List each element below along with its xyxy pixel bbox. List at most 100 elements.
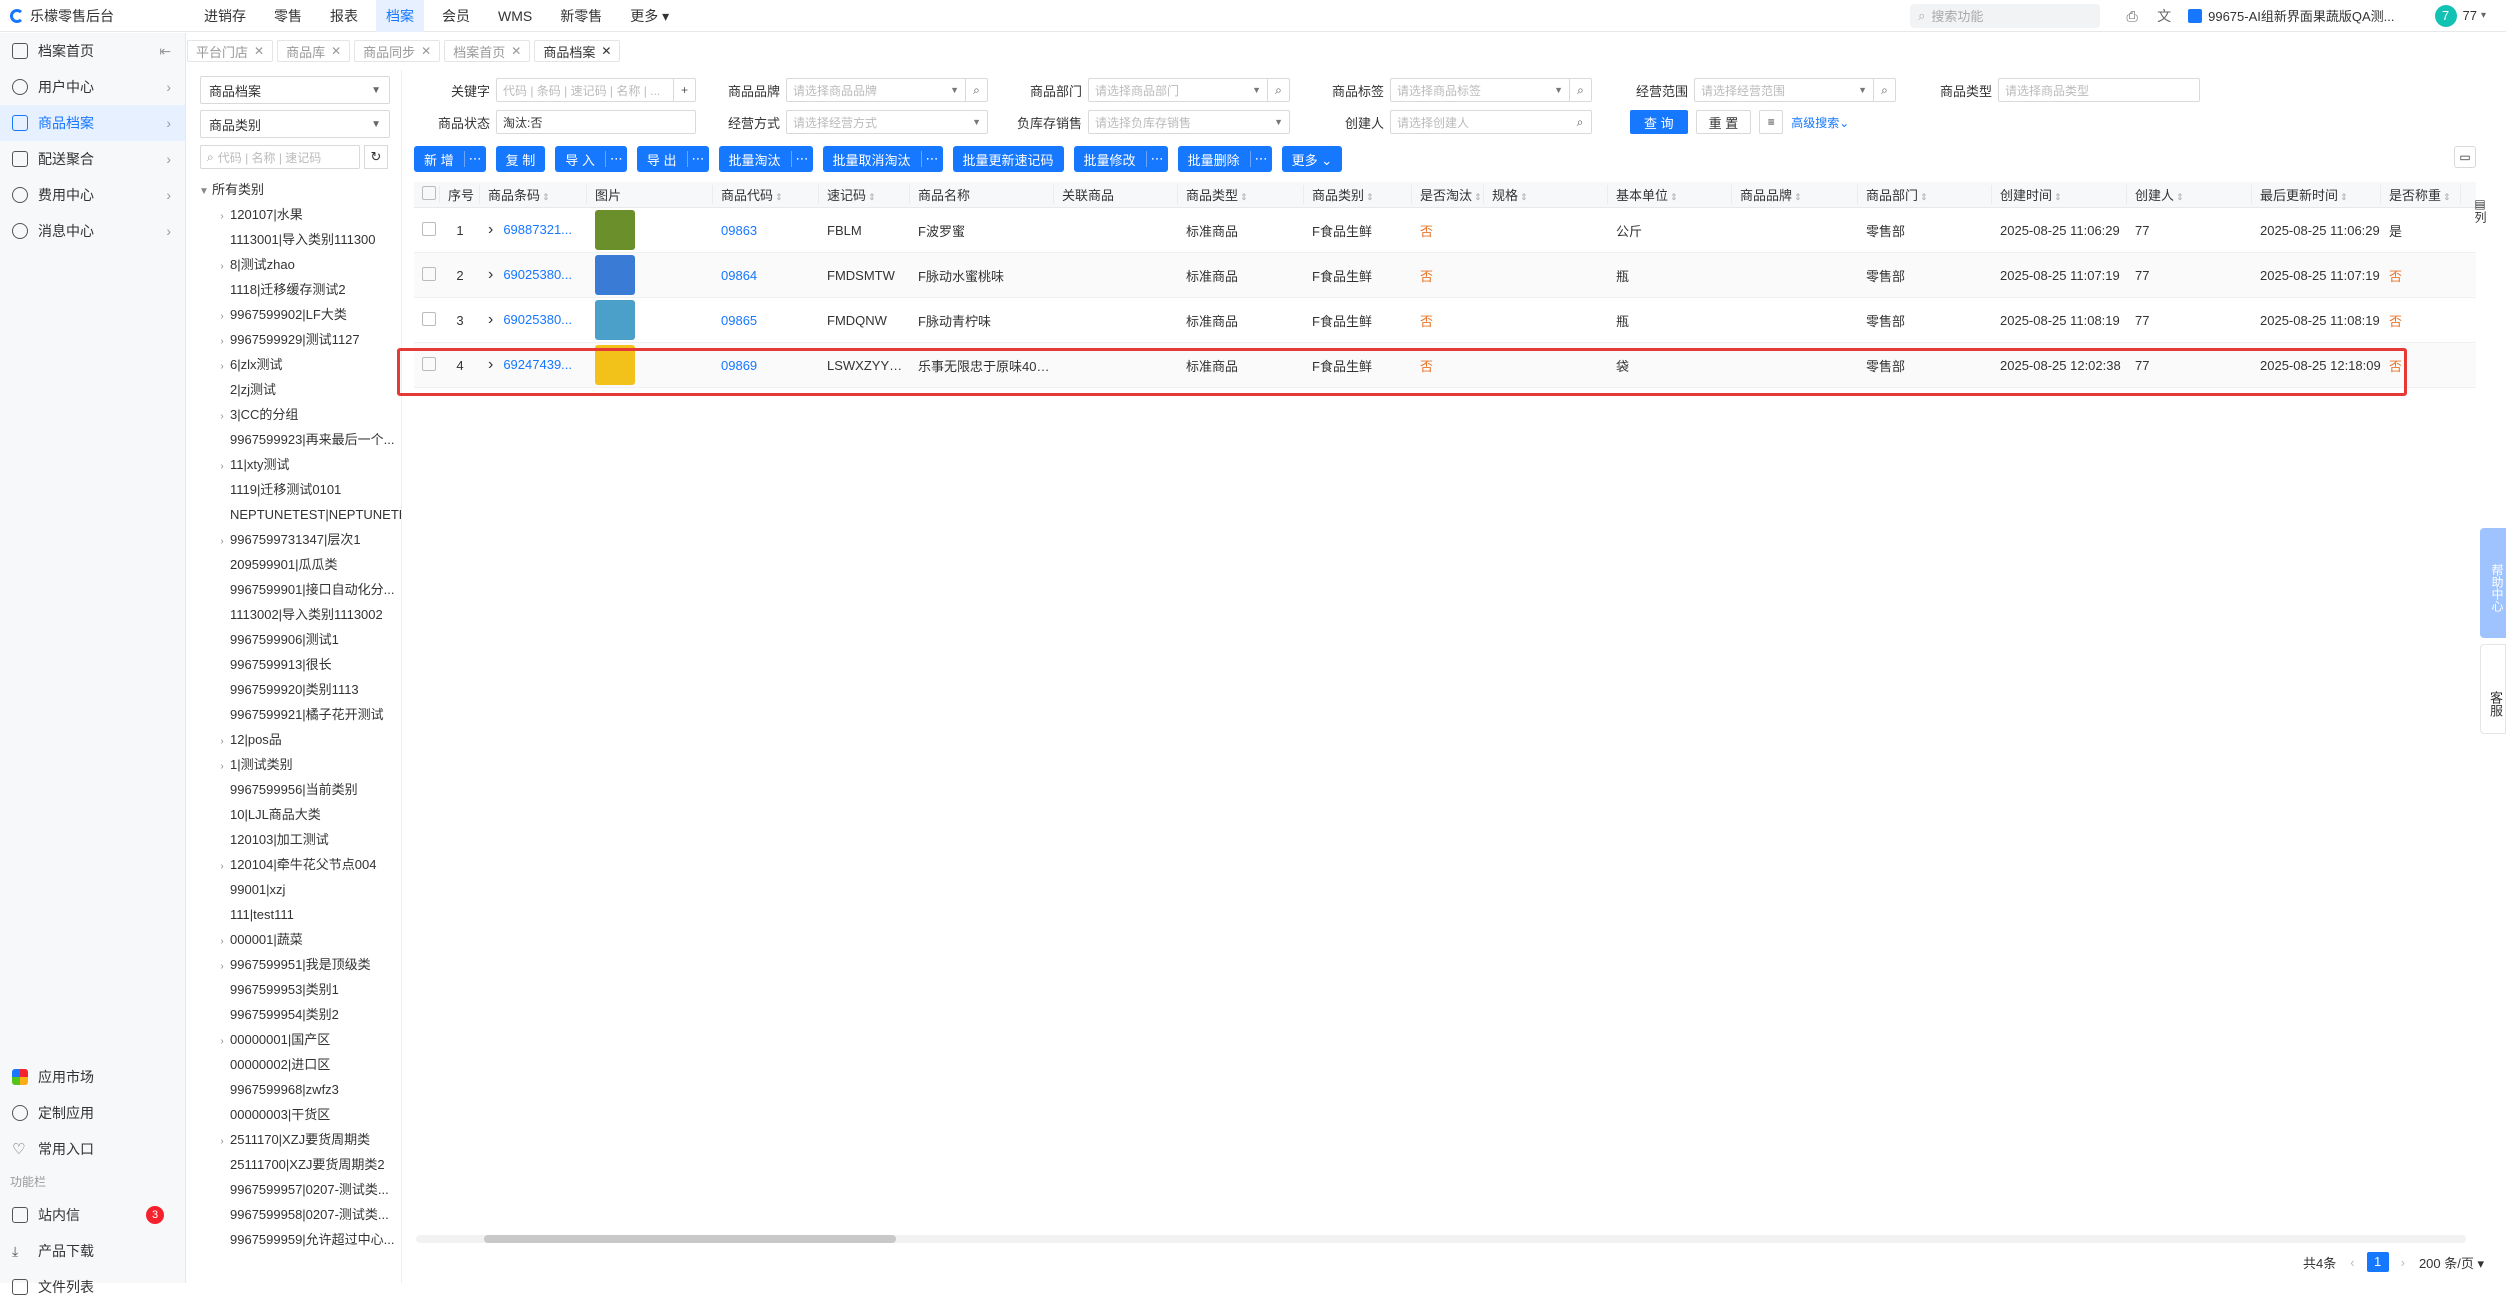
- sort-icon[interactable]: ⇕: [775, 192, 783, 202]
- expand-icon[interactable]: ›: [214, 1029, 230, 1052]
- action-button-2[interactable]: 导 入 ⋯: [555, 146, 627, 172]
- column-header[interactable]: 商品部门 ⇕: [1858, 185, 1992, 204]
- cell-value[interactable]: 69247439...: [503, 357, 572, 372]
- row-checkbox[interactable]: [422, 221, 436, 236]
- more-options-icon[interactable]: ⋯: [463, 151, 486, 167]
- column-header[interactable]: 商品名称: [910, 185, 1054, 204]
- nav-report[interactable]: 报表: [320, 0, 368, 32]
- sort-icon[interactable]: ⇕: [1670, 192, 1678, 202]
- next-page-icon[interactable]: ›: [2401, 1255, 2405, 1270]
- tab-archive-home[interactable]: 档案首页 ✕: [444, 40, 531, 62]
- tree-node[interactable]: › 3|CC的分组: [190, 402, 401, 427]
- keyword-input[interactable]: 代码 | 条码 | 速记码 | 名称 | ... +: [496, 78, 696, 102]
- sort-icon[interactable]: ⇕: [1794, 192, 1802, 202]
- tree-node[interactable]: 9967599923|再来最后一个...: [190, 427, 401, 452]
- tree-node[interactable]: 9967599953|类别1: [190, 977, 401, 1002]
- tree-node[interactable]: NEPTUNETEST|NEPTUNETE...: [190, 502, 401, 527]
- nav-member[interactable]: 会员: [432, 0, 480, 32]
- table-row[interactable]: 2 › 69025380... 09864 FMDSMTW F脉动水蜜桃味 标准商品 F食品生…: [414, 253, 2476, 298]
- more-options-icon[interactable]: ⋯: [1145, 151, 1168, 167]
- cell-value[interactable]: 09865: [721, 313, 757, 328]
- tree-node[interactable]: 9967599920|类别1113: [190, 677, 401, 702]
- tree-node[interactable]: 00000003|干货区: [190, 1102, 401, 1127]
- tree-node[interactable]: 25111700|XZJ要货周期类2: [190, 1152, 401, 1177]
- row-checkbox[interactable]: [422, 266, 436, 281]
- tab-product-library[interactable]: 商品库 ✕: [277, 40, 351, 62]
- cell-value[interactable]: 69025380...: [503, 267, 572, 282]
- tree-node[interactable]: 10|LJL商品大类: [190, 802, 401, 827]
- close-icon[interactable]: ✕: [601, 44, 611, 58]
- tree-node[interactable]: 00000002|进口区: [190, 1052, 401, 1077]
- sidebar-item-inbox[interactable]: 站内信 3: [0, 1197, 186, 1233]
- tree-node[interactable]: 9967599954|类别2: [190, 1002, 401, 1027]
- sidebar-item-custom-app[interactable]: 定制应用: [0, 1095, 186, 1131]
- tree-node[interactable]: › 9967599902|LF大类: [190, 302, 401, 327]
- tree-node[interactable]: › 2511170|XZJ要货周期类: [190, 1127, 401, 1152]
- column-header[interactable]: 速记码 ⇕: [819, 185, 910, 204]
- action-button-3[interactable]: 导 出 ⋯: [636, 146, 709, 172]
- action-button-8[interactable]: 批量删除 ⋯: [1177, 146, 1272, 172]
- action-button-1[interactable]: 复 制: [495, 146, 546, 172]
- expand-row-icon[interactable]: ›: [488, 266, 493, 283]
- expand-icon[interactable]: ›: [214, 354, 230, 377]
- expand-icon[interactable]: ›: [214, 529, 230, 552]
- search-icon[interactable]: ⌕: [965, 79, 987, 101]
- brand-select[interactable]: 请选择商品品牌 ▼ ⌕: [786, 78, 988, 102]
- tree-search-input[interactable]: ⌕ 代码 | 名称 | 速记码: [200, 145, 360, 169]
- sort-icon[interactable]: ⇕: [1520, 192, 1528, 202]
- collapse-icon[interactable]: ⇤: [159, 43, 171, 60]
- product-image[interactable]: [595, 210, 635, 250]
- product-image[interactable]: [595, 345, 635, 385]
- printer-icon[interactable]: ⎙: [2124, 8, 2140, 24]
- expand-icon[interactable]: ›: [214, 754, 230, 777]
- function-search-input[interactable]: ⌕ 搜索功能: [1910, 3, 2101, 28]
- tree-node[interactable]: 9967599906|测试1: [190, 627, 401, 652]
- tree-node[interactable]: 1118|迁移缓存测试2: [190, 277, 401, 302]
- expand-row-icon[interactable]: ›: [488, 356, 493, 373]
- sort-icon[interactable]: ⇕: [868, 192, 876, 202]
- sidebar-item-delivery[interactable]: 配送聚合 ›: [0, 141, 185, 177]
- cell-value[interactable]: 69887321...: [503, 222, 572, 237]
- expand-icon[interactable]: ›: [214, 1129, 230, 1152]
- tree-node[interactable]: › 11|xty测试: [190, 452, 401, 477]
- table-settings-icon[interactable]: ▭: [2454, 146, 2476, 168]
- tree-node[interactable]: 1119|迁移测试0101: [190, 477, 401, 502]
- tab-product-archive[interactable]: 商品档案 ✕: [534, 40, 621, 62]
- close-icon[interactable]: ✕: [254, 44, 264, 58]
- table-row[interactable]: 4 › 69247439... 09869 LSWXZYYW4I 乐事无限忠于原味40克袋…: [414, 343, 2476, 388]
- row-checkbox[interactable]: [422, 311, 436, 326]
- column-settings-icon[interactable]: ▤列: [2472, 197, 2489, 223]
- expand-row-icon[interactable]: ›: [488, 221, 493, 238]
- more-options-icon[interactable]: ⋯: [790, 151, 813, 167]
- expand-icon[interactable]: ›: [214, 254, 230, 277]
- column-header[interactable]: 规格 ⇕: [1484, 185, 1608, 204]
- tree-node[interactable]: › 9967599951|我是顶级类: [190, 952, 401, 977]
- cell-value[interactable]: 09864: [721, 268, 757, 283]
- tenant-switcher[interactable]: 99675-AI组新界面果蔬版QA测...: [2188, 6, 2395, 25]
- cell-value[interactable]: 09863: [721, 223, 757, 238]
- select-all-checkbox[interactable]: [422, 186, 436, 200]
- table-row[interactable]: 1 › 69887321... 09863 FBLM F波罗蜜 标准商品 F食品生鲜 否 公斤 零售…: [414, 208, 2476, 253]
- more-options-icon[interactable]: ⋯: [920, 151, 943, 167]
- query-button[interactable]: 查 询: [1630, 110, 1688, 134]
- tree-node[interactable]: 9967599921|橘子花开测试: [190, 702, 401, 727]
- tree-node[interactable]: › 120107|水果: [190, 202, 401, 227]
- sidebar-item-file-list[interactable]: 文件列表: [0, 1269, 186, 1305]
- expand-icon[interactable]: ›: [214, 304, 230, 327]
- tree-node[interactable]: 9967599958|0207-测试类...: [190, 1202, 401, 1227]
- archive-type-select[interactable]: 商品档案 ▼: [200, 76, 390, 104]
- tree-node[interactable]: 9967599957|0207-测试类...: [190, 1177, 401, 1202]
- sidebar-item-common-entry[interactable]: ♡ 常用入口: [0, 1131, 186, 1167]
- expand-icon[interactable]: ›: [214, 404, 230, 427]
- user-name[interactable]: 77: [2463, 8, 2477, 23]
- column-header[interactable]: 商品类型 ⇕: [1178, 185, 1304, 204]
- expand-icon[interactable]: ›: [214, 329, 230, 352]
- sort-icon[interactable]: ⇕: [1474, 192, 1482, 202]
- sidebar-item-download[interactable]: ⤓ 产品下载: [0, 1233, 186, 1269]
- action-button-5[interactable]: 批量取消淘汰 ⋯: [822, 146, 943, 172]
- tag-select[interactable]: 请选择商品标签 ▼ ⌕: [1390, 78, 1592, 102]
- column-header[interactable]: 商品条码 ⇕: [480, 185, 587, 204]
- expand-icon[interactable]: ›: [214, 854, 230, 877]
- sidebar-item-product-archive[interactable]: 商品档案 ›: [0, 105, 185, 141]
- close-icon[interactable]: ✕: [421, 44, 431, 58]
